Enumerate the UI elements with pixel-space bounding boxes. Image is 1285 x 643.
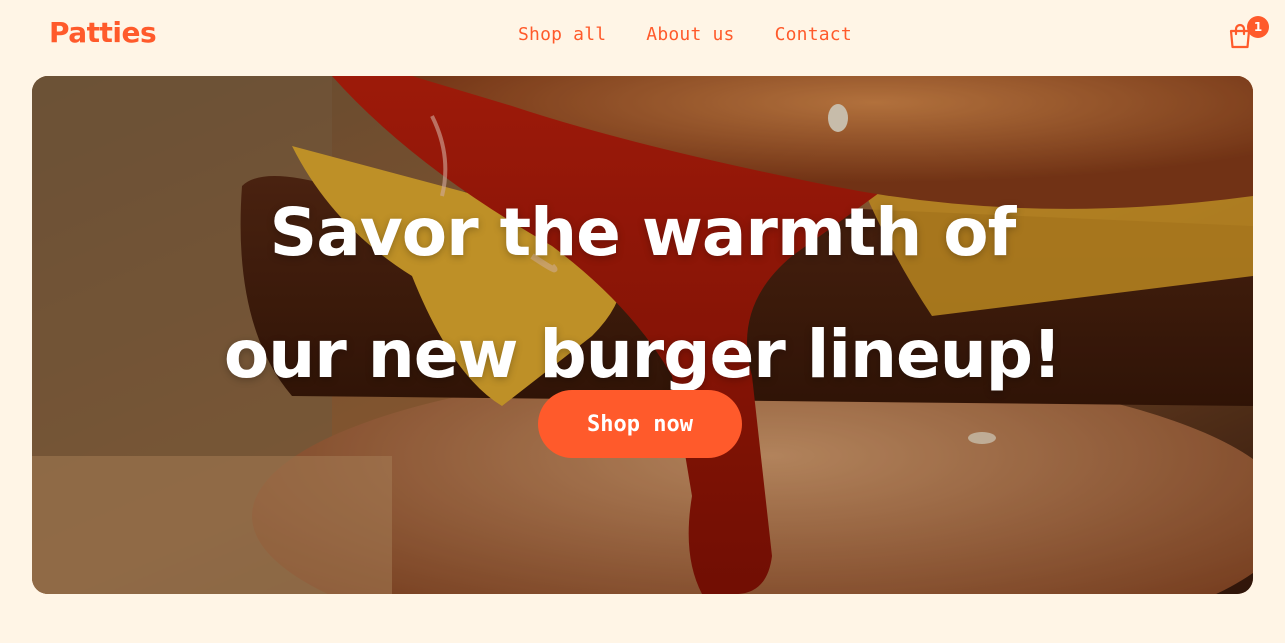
hero-headline-line-1: Savor the warmth of bbox=[269, 194, 1017, 271]
logo[interactable]: Patties bbox=[49, 16, 157, 49]
cart-button[interactable]: 1 bbox=[1227, 16, 1269, 50]
shop-now-button[interactable]: Shop now bbox=[538, 390, 742, 458]
hero-headline: Savor the warmth of our new burger lineu… bbox=[32, 172, 1253, 416]
page: Patties Shop all About us Contact 1 Savo… bbox=[0, 0, 1285, 643]
nav-link-about-us[interactable]: About us bbox=[646, 24, 734, 45]
nav-link-contact[interactable]: Contact bbox=[775, 24, 852, 45]
site-header: Patties Shop all About us Contact 1 bbox=[0, 0, 1285, 72]
hero-banner: Savor the warmth of our new burger lineu… bbox=[32, 76, 1253, 594]
cart-count-badge: 1 bbox=[1247, 16, 1269, 38]
main-nav: Shop all About us Contact bbox=[518, 24, 852, 45]
nav-link-shop-all[interactable]: Shop all bbox=[518, 24, 606, 45]
